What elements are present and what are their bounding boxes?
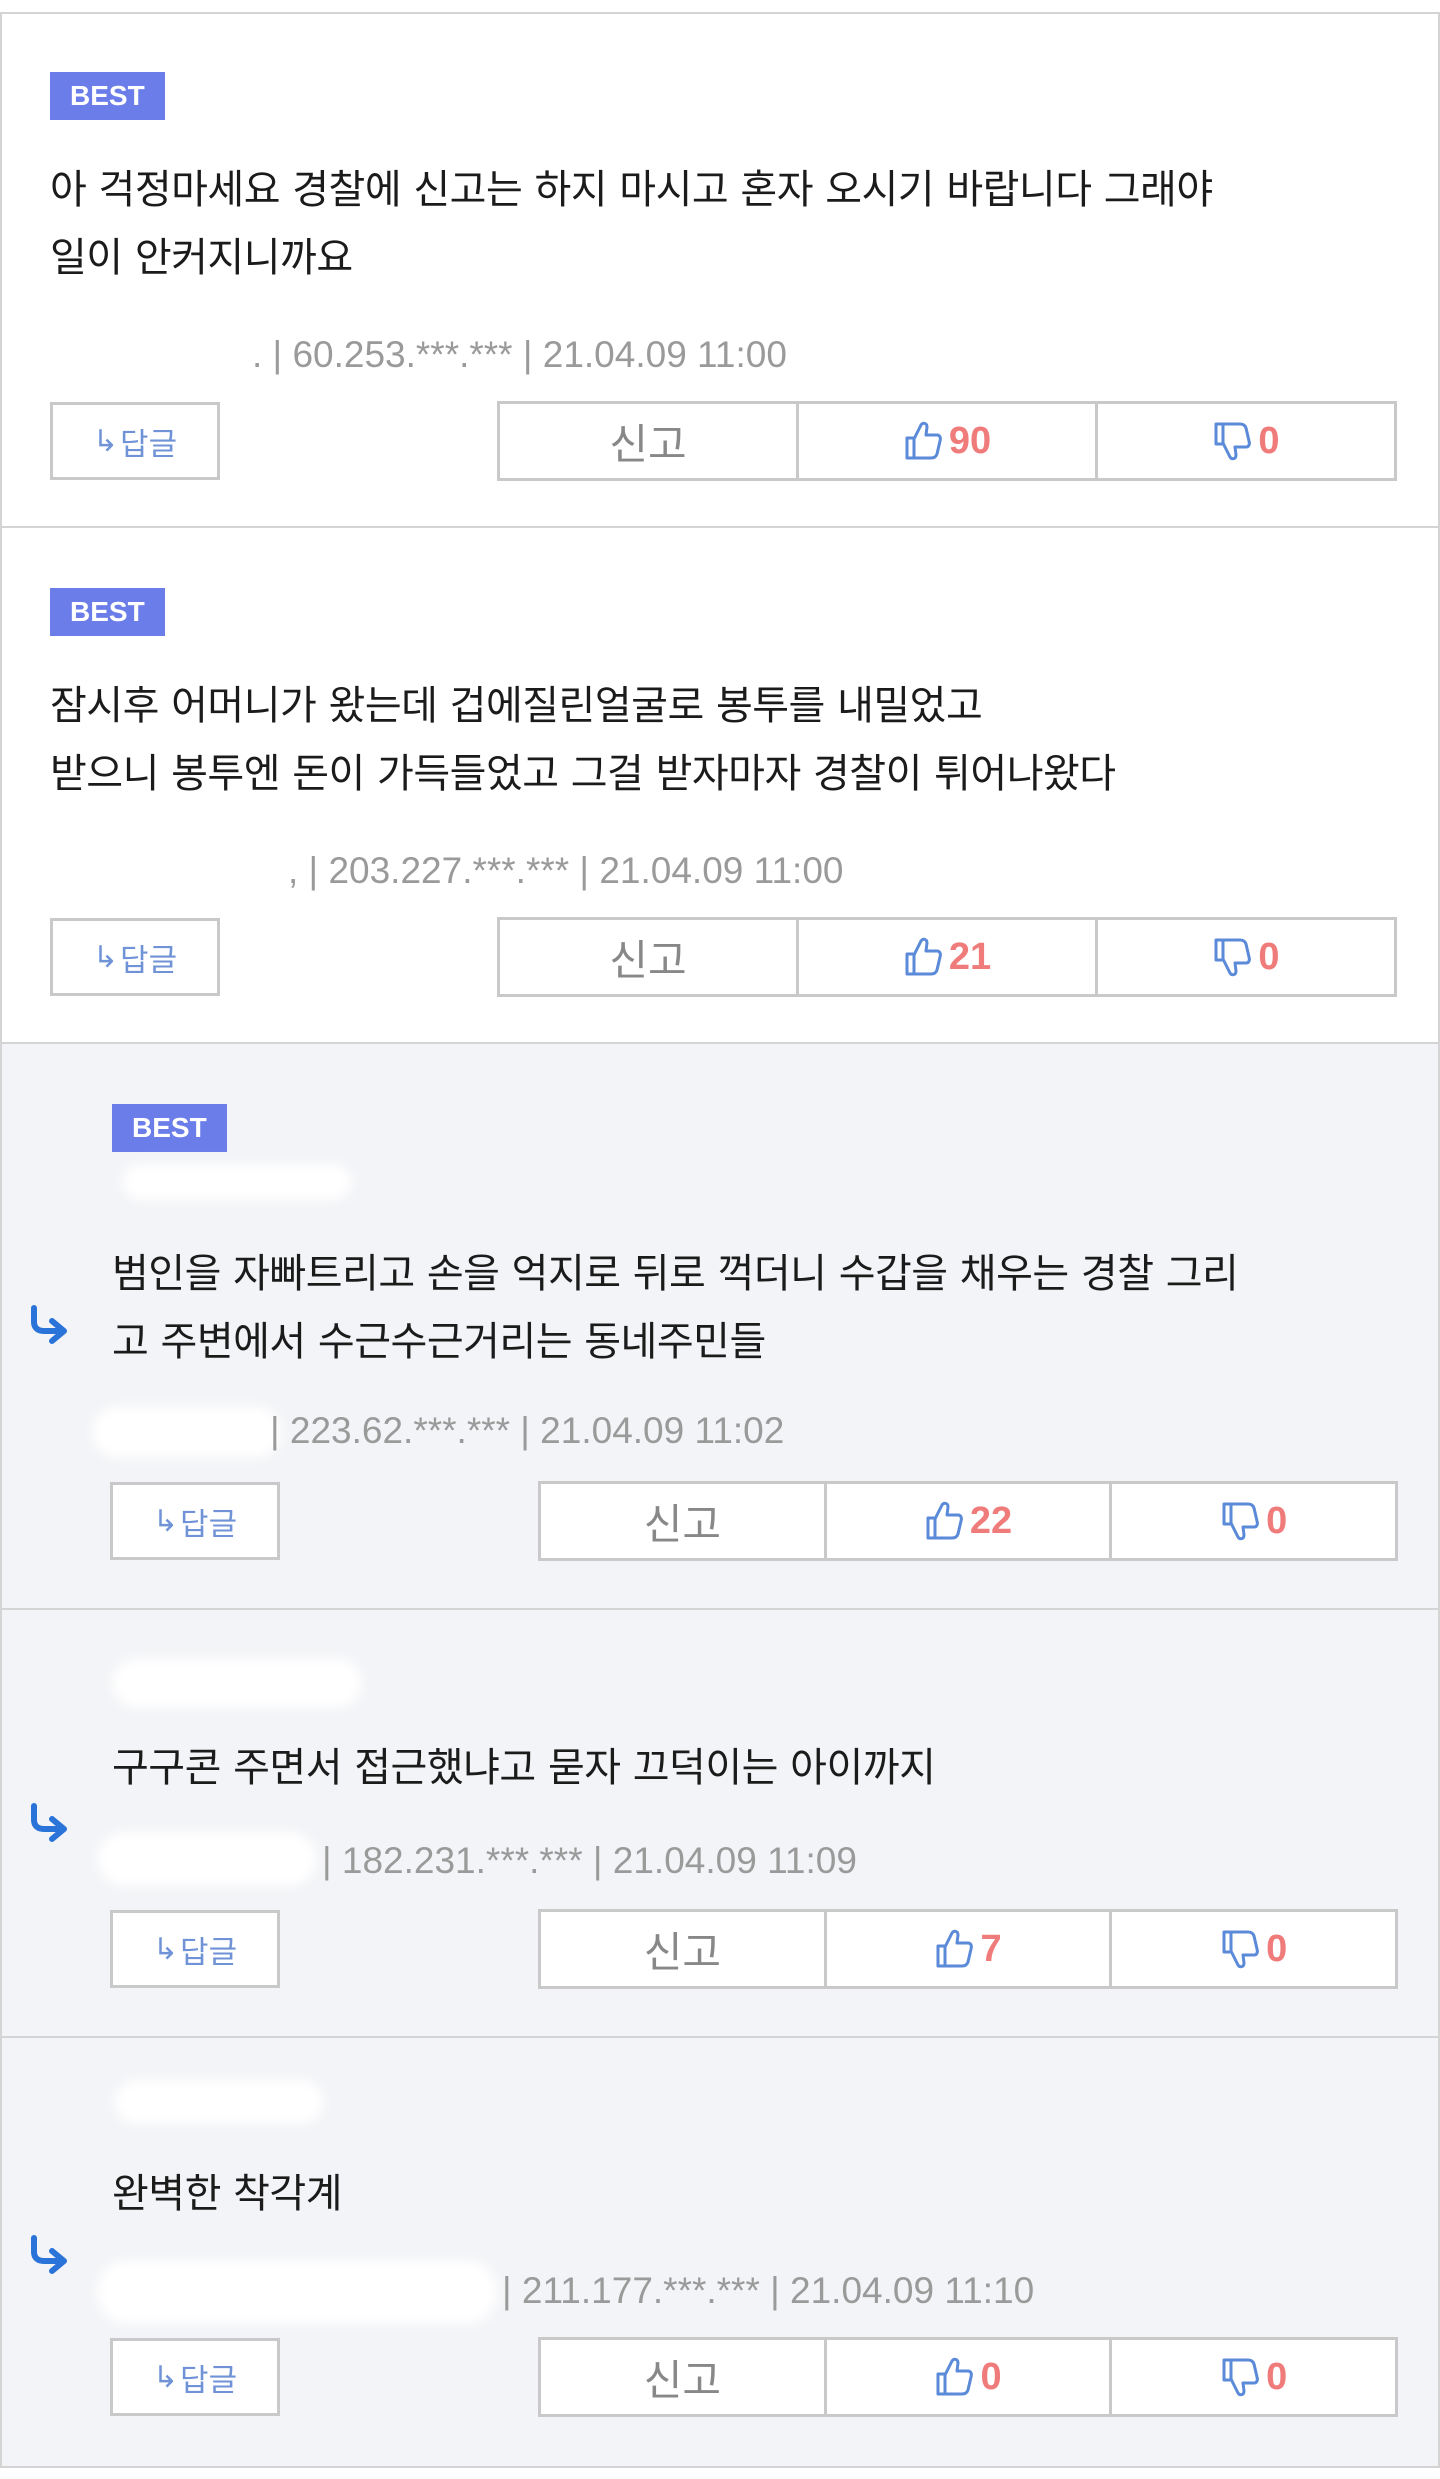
like-count: 21 xyxy=(948,935,992,978)
reply-arrow-icon: ↳ xyxy=(152,1931,179,1967)
dislike-button[interactable]: 0 xyxy=(1095,404,1394,478)
thumbs-down-icon xyxy=(1212,420,1252,462)
action-bar: 신고 7 0 xyxy=(538,1909,1398,1989)
dislike-count: 0 xyxy=(1266,2355,1288,2398)
comment-meta: . | 60.253.***.*** | 21.04.09 11:00 xyxy=(252,334,787,375)
like-button[interactable]: 7 xyxy=(823,1912,1110,1986)
comment-meta: | 223.62.***.*** | 21.04.09 11:02 xyxy=(270,1410,785,1451)
thumbs-down-icon xyxy=(1220,1928,1260,1970)
dislike-button[interactable]: 0 xyxy=(1095,920,1394,994)
reply-arrow-icon xyxy=(26,1802,70,1846)
reply-button[interactable]: ↳ 답글 xyxy=(110,2338,280,2416)
reply-button-label: 답글 xyxy=(120,426,178,463)
thumbs-up-icon xyxy=(903,936,943,978)
reply-arrow-icon: ↳ xyxy=(152,1503,179,1539)
like-button[interactable]: 21 xyxy=(796,920,1095,994)
reply-button-label: 답글 xyxy=(120,942,178,979)
reply-button[interactable]: ↳ 답글 xyxy=(110,1910,280,1988)
reply-arrow-icon: ↳ xyxy=(92,939,119,975)
comment-meta: , | 203.227.***.*** | 21.04.09 11:00 xyxy=(288,850,844,891)
comment-meta: | 182.231.***.*** | 21.04.09 11:09 xyxy=(322,1840,857,1881)
reply-arrow-icon xyxy=(26,2234,70,2278)
thumbs-up-icon xyxy=(934,2356,974,2398)
report-button[interactable]: 신고 xyxy=(541,1912,824,1986)
redacted-username xyxy=(114,2080,324,2124)
redacted-username xyxy=(112,1658,362,1708)
comment-text: 범인을 자빠트리고 손을 억지로 뒤로 꺽더니 수갑을 채우는 경찰 그리 고 … xyxy=(112,1251,1239,1365)
action-bar: 신고 90 0 xyxy=(497,401,1397,481)
like-button[interactable]: 22 xyxy=(823,1484,1110,1558)
dislike-count: 0 xyxy=(1258,419,1280,462)
like-count: 22 xyxy=(969,1499,1013,1542)
like-button[interactable]: 90 xyxy=(796,404,1095,478)
report-button[interactable]: 신고 xyxy=(500,404,796,478)
reply-comment-item: BEST 범인을 자빠트리고 손을 억지로 뒤로 꺽더니 수갑을 채우는 경찰 … xyxy=(0,1044,1440,1610)
reply-button-label: 답글 xyxy=(180,1506,238,1543)
reply-comment-item: 완벽한 착각계 | 211.177.***.*** | 21.04.09 11:… xyxy=(0,2038,1440,2468)
action-bar: 신고 21 0 xyxy=(497,917,1397,997)
report-button[interactable]: 신고 xyxy=(541,1484,824,1558)
thumbs-up-icon xyxy=(934,1928,974,1970)
reply-button-label: 답글 xyxy=(180,1934,238,1971)
redacted-username xyxy=(92,1406,282,1458)
comment-text: 구구콘 주면서 접근했냐고 묻자 끄덕이는 아이까지 xyxy=(112,1745,936,1791)
comment-list: BEST 아 걱정마세요 경찰에 신고는 하지 마시고 혼자 오시기 바랍니다 … xyxy=(0,0,1440,2479)
thumbs-down-icon xyxy=(1212,936,1252,978)
dislike-count: 0 xyxy=(1266,1499,1288,1542)
redacted-username xyxy=(52,330,252,370)
like-count: 90 xyxy=(948,419,992,462)
dislike-count: 0 xyxy=(1266,1927,1288,1970)
comment-text: 아 걱정마세요 경찰에 신고는 하지 마시고 혼자 오시기 바랍니다 그래야 일… xyxy=(50,167,1213,281)
reply-comment-item: 구구콘 주면서 접근했냐고 묻자 끄덕이는 아이까지 | 182.231.***… xyxy=(0,1610,1440,2038)
like-button[interactable]: 0 xyxy=(823,2340,1110,2414)
redacted-username xyxy=(52,846,292,886)
redacted-username xyxy=(97,1832,317,1886)
redacted-username xyxy=(122,1164,352,1200)
action-bar: 신고 0 0 xyxy=(538,2337,1398,2417)
dislike-button[interactable]: 0 xyxy=(1109,2340,1395,2414)
reply-button[interactable]: ↳ 답글 xyxy=(50,918,220,996)
dislike-button[interactable]: 0 xyxy=(1109,1484,1395,1558)
dislike-button[interactable]: 0 xyxy=(1109,1912,1395,1986)
best-badge: BEST xyxy=(112,1104,227,1152)
dislike-count: 0 xyxy=(1258,935,1280,978)
reply-button-label: 답글 xyxy=(180,2362,238,2399)
thumbs-up-icon xyxy=(903,420,943,462)
thumbs-up-icon xyxy=(924,1500,964,1542)
like-count: 7 xyxy=(980,1927,1002,1970)
report-button[interactable]: 신고 xyxy=(500,920,796,994)
action-bar: 신고 22 0 xyxy=(538,1481,1398,1561)
comment-item: BEST 아 걱정마세요 경찰에 신고는 하지 마시고 혼자 오시기 바랍니다 … xyxy=(0,12,1440,528)
comment-text: 잠시후 어머니가 왔는데 겁에질린얼굴로 봉투를 내밀었고 받으니 봉투엔 돈이… xyxy=(50,683,1116,797)
best-badge: BEST xyxy=(50,588,165,636)
comment-item: BEST 잠시후 어머니가 왔는데 겁에질린얼굴로 봉투를 내밀었고 받으니 봉… xyxy=(0,528,1440,1044)
thumbs-down-icon xyxy=(1220,1500,1260,1542)
reply-arrow-icon: ↳ xyxy=(152,2359,179,2395)
report-button[interactable]: 신고 xyxy=(541,2340,824,2414)
thumbs-down-icon xyxy=(1220,2356,1260,2398)
reply-button[interactable]: ↳ 답글 xyxy=(50,402,220,480)
redacted-username xyxy=(97,2260,497,2324)
reply-arrow-icon: ↳ xyxy=(92,423,119,459)
best-badge: BEST xyxy=(50,72,165,120)
comment-meta: | 211.177.***.*** | 21.04.09 11:10 xyxy=(502,2270,1035,2311)
like-count: 0 xyxy=(980,2355,1002,2398)
comment-text: 완벽한 착각계 xyxy=(112,2171,343,2217)
reply-button[interactable]: ↳ 답글 xyxy=(110,1482,280,1560)
reply-arrow-icon xyxy=(26,1304,70,1348)
